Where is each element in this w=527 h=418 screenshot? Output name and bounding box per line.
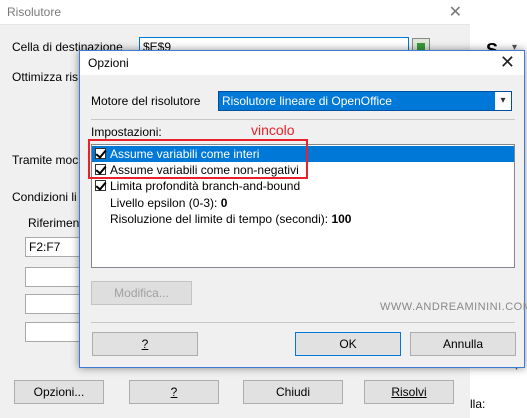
options-dialog: Opzioni ✕ Motore del risolutore Risoluto… xyxy=(79,50,527,368)
chevron-down-icon[interactable]: ▾ xyxy=(495,92,511,110)
epsilon-label: Livello epsilon (0-3): xyxy=(110,196,218,210)
separator xyxy=(91,322,515,323)
cancel-button-label: Annulla xyxy=(442,337,484,351)
reference-input-3[interactable] xyxy=(25,294,85,314)
help-button-label: ? xyxy=(141,337,149,351)
ok-button[interactable]: OK xyxy=(295,332,401,356)
cancel-button[interactable]: Annulla xyxy=(410,332,516,356)
close-icon[interactable]: ✕ xyxy=(500,52,515,73)
options-button-label: Opzioni... xyxy=(33,385,85,399)
modify-button-label: Modifica... xyxy=(114,286,169,300)
engine-label: Motore del risolutore xyxy=(91,94,201,108)
epsilon-param[interactable]: Livello epsilon (0-3): 0 xyxy=(110,196,227,210)
solve-button[interactable]: Risolvi xyxy=(364,380,454,404)
engine-select[interactable]: Risolutore lineare di OpenOffice ▾ xyxy=(218,91,512,111)
separator xyxy=(91,119,515,120)
right-partial-label: lla: xyxy=(470,397,486,411)
reference-input-2[interactable] xyxy=(25,267,85,287)
reference-input-4[interactable] xyxy=(25,322,85,342)
options-title: Opzioni xyxy=(88,56,129,70)
option-branch-row[interactable]: Limita profondità branch-and-bound xyxy=(92,178,514,194)
solver-title: Risolutore xyxy=(7,5,62,19)
solver-title-bar: Risolutore ✕ xyxy=(0,0,470,25)
highlight-box xyxy=(88,139,308,179)
timelimit-label: Risoluzione del limite di tempo (secondi… xyxy=(110,212,329,226)
options-button[interactable]: Opzioni... xyxy=(14,380,104,404)
solver-close-icon[interactable]: ✕ xyxy=(449,2,462,22)
epsilon-value: 0 xyxy=(220,196,228,210)
conditions-label: Condizioni li xyxy=(12,190,77,204)
help-button[interactable]: ? xyxy=(92,332,198,356)
engine-value: Risolutore lineare di OpenOffice xyxy=(222,94,392,108)
via-label: Tramite moc xyxy=(12,153,79,167)
modify-button[interactable]: Modifica... xyxy=(91,281,192,305)
annotation-label: vincolo xyxy=(251,122,295,138)
close-button-label: Chiudi xyxy=(275,385,311,399)
reference-header: Riferiment xyxy=(28,216,83,230)
settings-label: Impostazioni: xyxy=(91,125,162,139)
options-title-bar: Opzioni ✕ xyxy=(80,51,524,75)
bg-help-button[interactable]: ? xyxy=(129,380,219,404)
bg-help-button-label: ? xyxy=(170,385,178,399)
timelimit-param[interactable]: Risoluzione del limite di tempo (secondi… xyxy=(110,212,351,226)
solve-button-label: Risolvi xyxy=(391,385,427,399)
checkbox-icon[interactable] xyxy=(95,180,106,191)
timelimit-value: 100 xyxy=(331,212,352,226)
close-button[interactable]: Chiudi xyxy=(243,380,343,404)
watermark: WWW.ANDREAMININI.COM xyxy=(380,301,527,313)
option-branch-label: Limita profondità branch-and-bound xyxy=(110,179,301,193)
optimize-label: Ottimizza ris xyxy=(12,70,78,84)
ok-button-label: OK xyxy=(339,337,357,351)
reference-input-1[interactable]: F2:F7 xyxy=(25,237,85,257)
